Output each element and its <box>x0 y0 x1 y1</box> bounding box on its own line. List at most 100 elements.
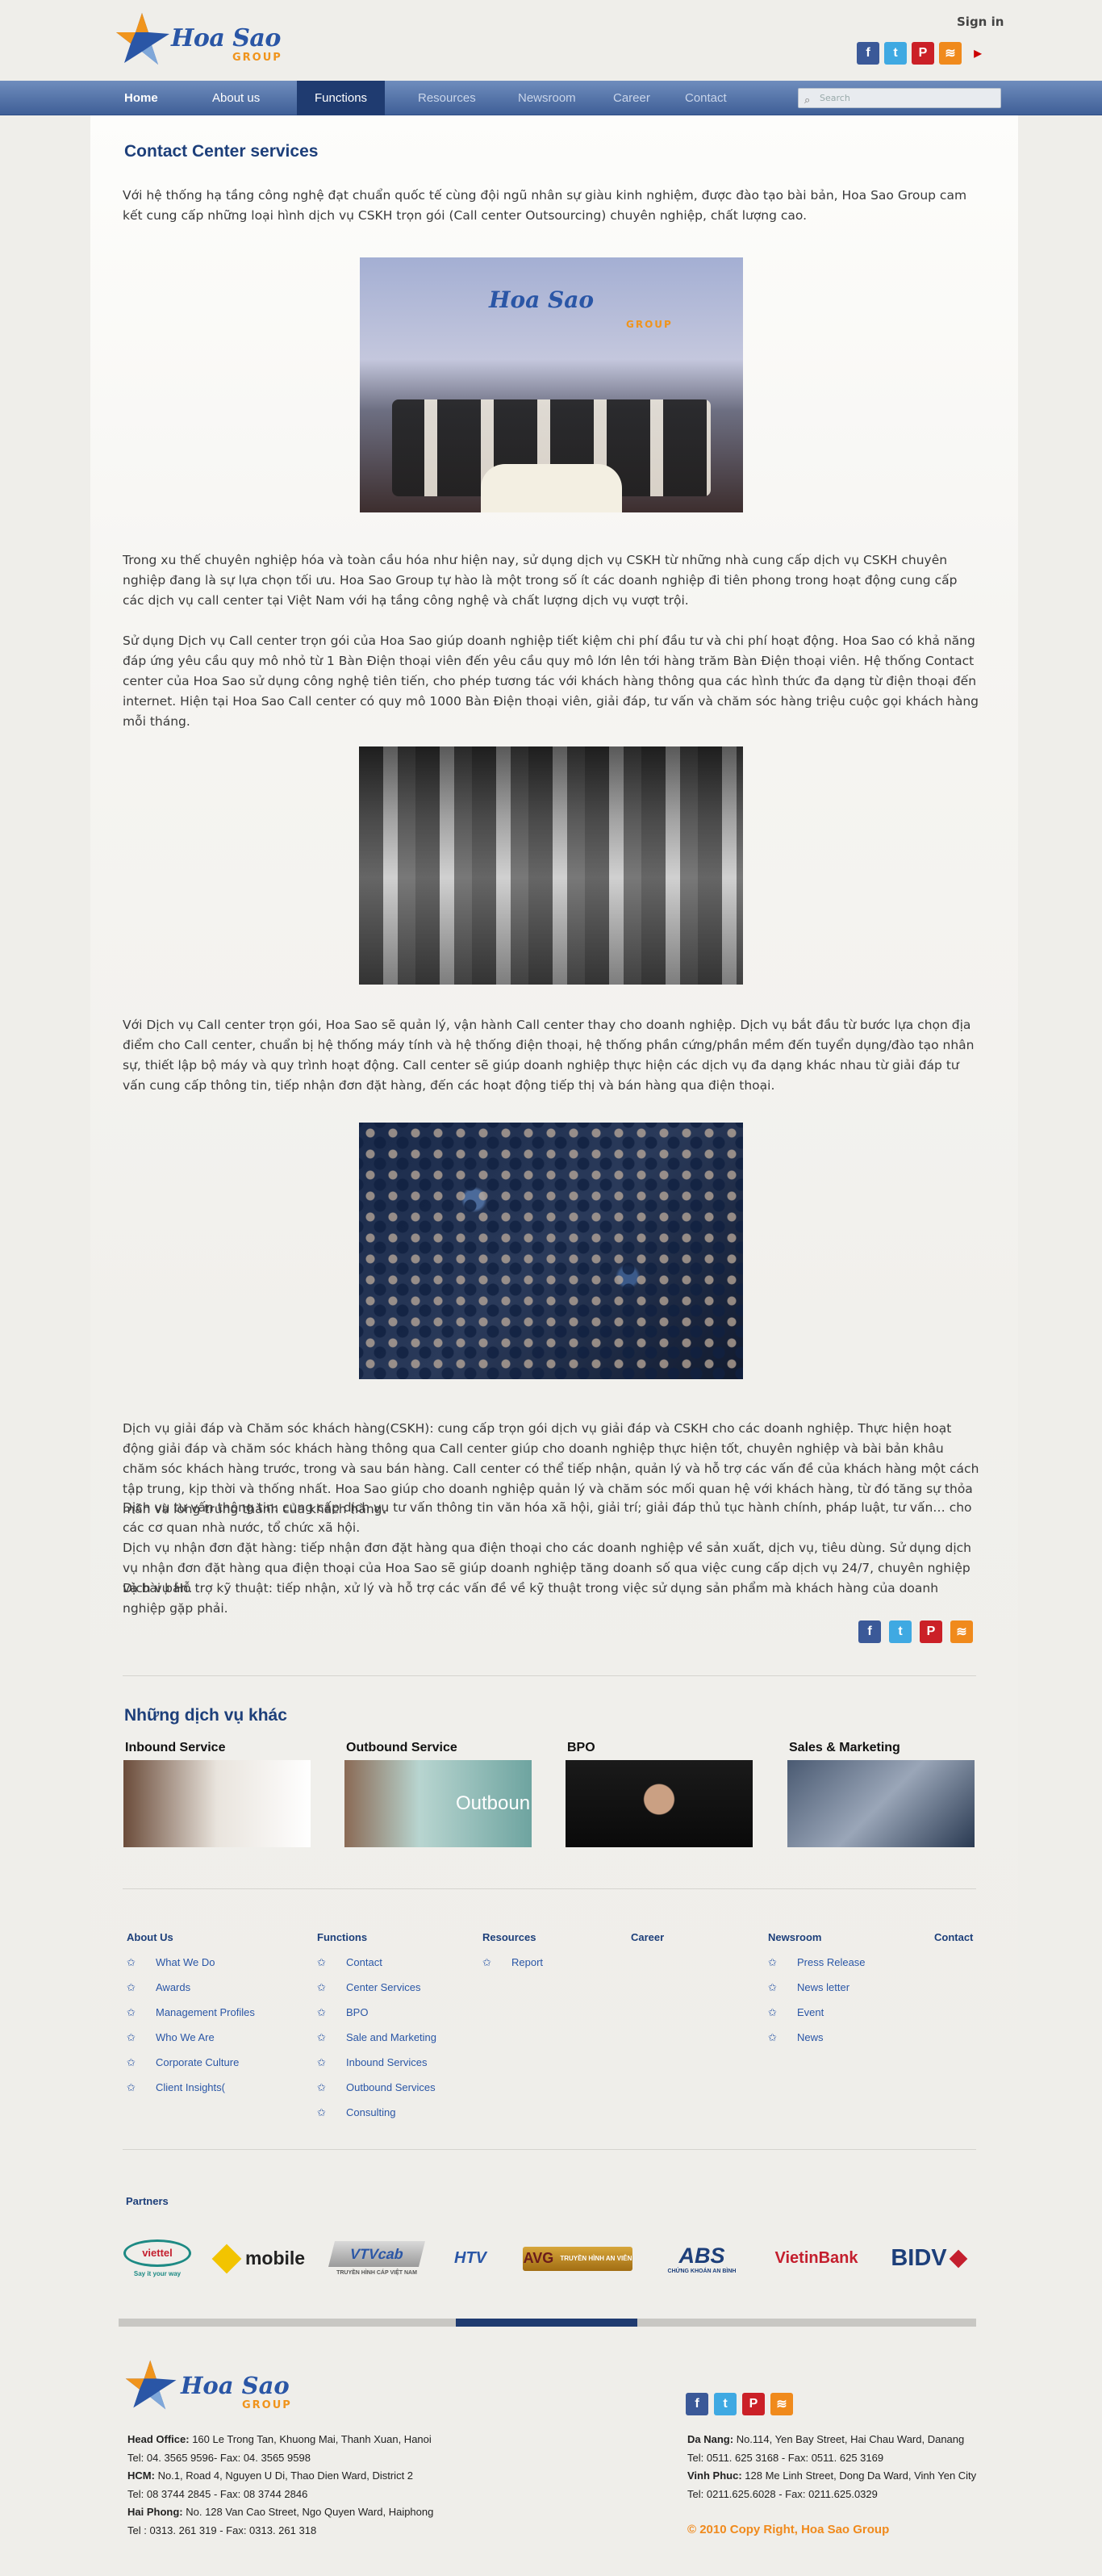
service-card-outbound[interactable]: Outbound Service Outboun <box>344 1741 532 1847</box>
footer-social-icons: f t P ≋ <box>686 2393 793 2415</box>
logo-text: Hoa Sao <box>171 24 281 52</box>
star-icon: ✩ <box>482 1956 491 1968</box>
footer-link[interactable]: ✩ Press Release <box>768 1956 866 1981</box>
footer-link[interactable]: ✩ Client Insights( <box>127 2081 255 2106</box>
partners-title: Partners <box>126 2195 169 2207</box>
footer-link[interactable]: ✩ Contact <box>317 1956 436 1981</box>
pinterest-icon[interactable]: P <box>912 42 934 65</box>
partner-logo-bidv[interactable]: BIDV <box>883 2236 973 2281</box>
nav-newsroom[interactable]: Newsroom <box>518 81 576 115</box>
partner-logo-vtvcab[interactable]: VTVcab TRUYỀN HÌNH CÁP VIỆT NAM <box>328 2236 425 2281</box>
footer-link[interactable]: ✩ Report <box>482 1956 543 1981</box>
pinterest-icon[interactable]: P <box>742 2393 765 2415</box>
facebook-icon[interactable]: f <box>857 42 879 65</box>
main-nav: Home About us Functions Resources Newsro… <box>0 81 1102 115</box>
copyright: © 2010 Copy Right, Hoa Sao Group <box>687 2523 890 2536</box>
nav-resources[interactable]: Resources <box>418 81 476 115</box>
search-input[interactable]: ⌕ Search <box>798 88 1001 108</box>
star-icon: ✩ <box>317 2031 326 2043</box>
footer-col-title[interactable]: About Us <box>127 1931 255 1943</box>
star-icon: ✩ <box>317 2006 326 2018</box>
service-card-bpo[interactable]: BPO <box>566 1741 753 1847</box>
footer-col-functions: Functions ✩ Contact ✩ Center Services ✩ BPO… <box>317 1931 436 2131</box>
service-image[interactable] <box>787 1760 975 1847</box>
service-image[interactable] <box>566 1760 753 1847</box>
footer-link[interactable]: ✩ Awards <box>127 1981 255 2006</box>
partner-logo-vietinbank[interactable]: VietinBank <box>765 2236 868 2281</box>
star-icon: ✩ <box>317 2106 326 2118</box>
footer-link[interactable]: ✩ Who We Are <box>127 2031 255 2056</box>
youtube-icon[interactable]: ▶ <box>966 42 989 65</box>
star-icon: ✩ <box>127 1981 136 1993</box>
footer-col-title[interactable]: Career <box>631 1931 664 1943</box>
star-icon: ✩ <box>768 2006 777 2018</box>
service-card-inbound[interactable]: Inbound Service <box>123 1741 311 1847</box>
pinterest-icon[interactable]: P <box>920 1620 942 1643</box>
footer-col-resources: Resources ✩ Report <box>482 1931 543 1981</box>
crowd-photo <box>359 1123 743 1379</box>
footer-col-title[interactable]: Newsroom <box>768 1931 866 1943</box>
rss-icon[interactable]: ≋ <box>939 42 962 65</box>
footer-bar-active <box>456 2319 637 2327</box>
footer-link[interactable]: ✩ Event <box>768 2006 866 2031</box>
facebook-icon[interactable]: f <box>686 2393 708 2415</box>
twitter-icon[interactable]: t <box>714 2393 737 2415</box>
service-image[interactable] <box>123 1760 311 1847</box>
nav-career[interactable]: Career <box>613 81 650 115</box>
rss-icon[interactable]: ≋ <box>950 1620 973 1643</box>
signin-link[interactable]: Sign in <box>957 15 1004 29</box>
photo-logo-text: Hoa Sao <box>489 286 595 313</box>
footer-link[interactable]: ✩ Inbound Services <box>317 2056 436 2081</box>
partner-logo-htv[interactable]: HTV <box>444 2236 497 2281</box>
header-social-icons: f t P ≋ ▶ <box>857 42 989 65</box>
footer-col-title[interactable]: Contact <box>934 1931 973 1943</box>
star-icon: ✩ <box>127 1956 136 1968</box>
page-title: Contact Center services <box>124 142 319 161</box>
footer-col-title[interactable]: Resources <box>482 1931 543 1943</box>
partner-logo-abs[interactable]: ABS CHỨNG KHOÁN AN BÌNH <box>652 2236 752 2281</box>
partner-logo-viettel[interactable]: viettel Say it your way <box>121 2236 194 2281</box>
site-logo[interactable]: Hoa Sao GROUP <box>113 6 290 71</box>
footer-link[interactable]: ✩ Outbound Services <box>317 2081 436 2106</box>
footer-logo[interactable]: Hoa Sao GROUP <box>123 2354 308 2419</box>
share-icons: f t P ≋ <box>858 1620 973 1643</box>
facebook-icon[interactable]: f <box>858 1620 881 1643</box>
star-icon: ✩ <box>317 1981 326 1993</box>
footer-link[interactable]: ✩ News letter <box>768 1981 866 2006</box>
nav-contact[interactable]: Contact <box>685 81 727 115</box>
footer-col-title[interactable]: Functions <box>317 1931 436 1943</box>
footer-logo-subtext: GROUP <box>242 2399 292 2411</box>
rss-icon[interactable]: ≋ <box>770 2393 793 2415</box>
team-photo-office: Hoa Sao GROUP <box>360 257 743 512</box>
nav-home[interactable]: Home <box>124 81 158 115</box>
star-icon: ✩ <box>127 2031 136 2043</box>
footer-link[interactable]: ✩ Center Services <box>317 1981 436 2006</box>
service-image[interactable]: Outboun <box>344 1760 532 1847</box>
footer-col-career: Career <box>631 1931 664 1956</box>
star-icon: ✩ <box>127 2006 136 2018</box>
footer-col-about: About Us ✩ What We Do ✩ Awards ✩ Management… <box>127 1931 255 2106</box>
nav-functions[interactable]: Functions <box>297 81 386 115</box>
star-icon: ✩ <box>768 1981 777 1993</box>
partner-logo-gmobile[interactable]: mobile <box>208 2236 313 2281</box>
footer-link[interactable]: ✩ Sale and Marketing <box>317 2031 436 2056</box>
service-card-sales-marketing[interactable]: Sales & Marketing <box>787 1741 975 1847</box>
star-logo-icon <box>125 2360 177 2410</box>
footer-link[interactable]: ✩ News <box>768 2031 866 2056</box>
footer-link[interactable]: ✩ Corporate Culture <box>127 2056 255 2081</box>
star-logo-icon <box>116 13 169 65</box>
footer-link[interactable]: ✩ Management Profiles <box>127 2006 255 2031</box>
nav-about-us[interactable]: About us <box>212 81 260 115</box>
footer-link[interactable]: ✩ BPO <box>317 2006 436 2031</box>
star-icon: ✩ <box>768 2031 777 2043</box>
twitter-icon[interactable]: t <box>884 42 907 65</box>
footer-link[interactable]: ✩ What We Do <box>127 1956 255 1981</box>
site-header: Hoa Sao GROUP Sign in f t P ≋ ▶ <box>0 0 1102 81</box>
service-title: BPO <box>567 1741 595 1754</box>
service-title: Inbound Service <box>125 1741 226 1754</box>
other-services-title: Những dịch vụ khác <box>124 1706 287 1725</box>
divider <box>123 1675 976 1676</box>
partner-logo-avg[interactable]: AVG TRUYỀN HÌNH AN VIÊN <box>523 2236 632 2281</box>
footer-link[interactable]: ✩ Consulting <box>317 2106 436 2131</box>
twitter-icon[interactable]: t <box>889 1620 912 1643</box>
